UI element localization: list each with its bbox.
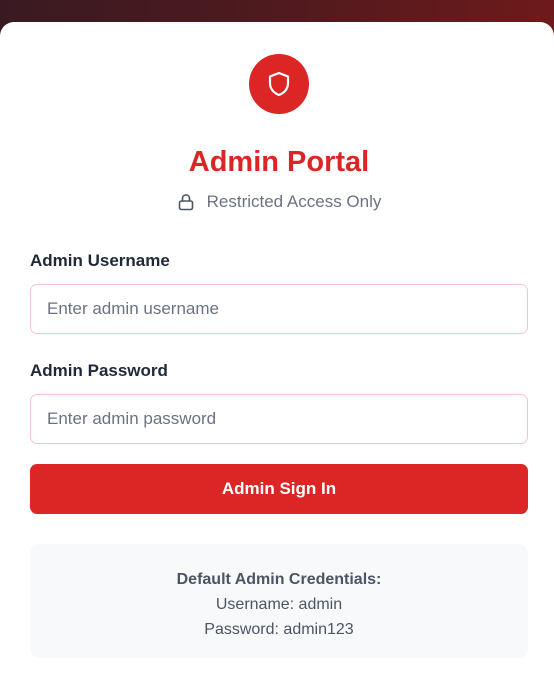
username-label: Admin Username	[30, 251, 170, 270]
shield-icon	[268, 71, 290, 97]
username-input[interactable]	[30, 284, 528, 334]
lock-icon	[177, 193, 195, 211]
credentials-title: Default Admin Credentials:	[176, 571, 382, 588]
subtitle-text: Restricted Access Only	[206, 192, 382, 211]
page-title: Admin Portal	[188, 146, 370, 178]
admin-sign-in-button[interactable]: Admin Sign In	[30, 464, 528, 514]
credentials-username: Username: admin	[215, 596, 343, 613]
logo-badge	[249, 54, 309, 114]
credentials-password: Password: admin123	[204, 621, 354, 638]
page-subtitle: Restricted Access Only	[0, 190, 554, 214]
password-input[interactable]	[30, 394, 528, 444]
password-label: Admin Password	[30, 361, 168, 380]
default-credentials-panel: Default Admin Credentials: Username: adm…	[30, 544, 528, 658]
login-card: Admin Portal Restricted Access Only Admi…	[0, 22, 554, 687]
